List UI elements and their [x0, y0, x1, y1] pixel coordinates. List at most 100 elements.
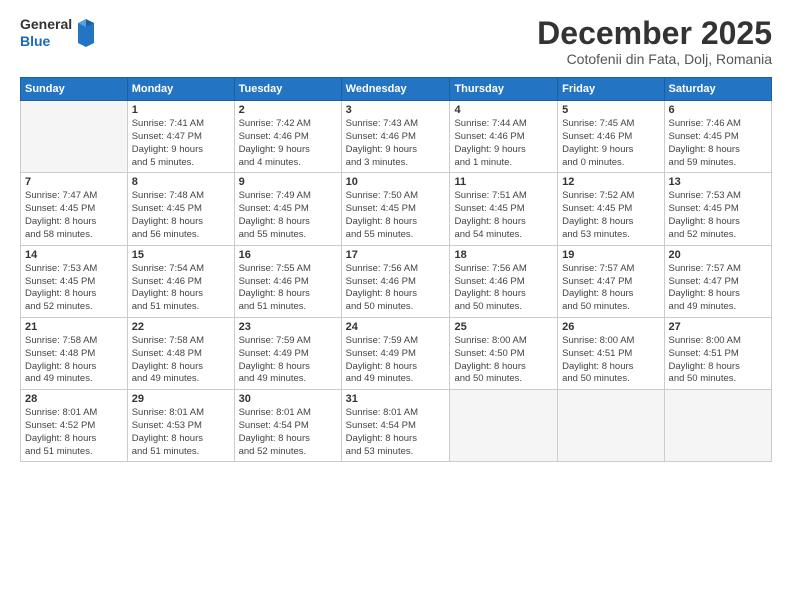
- calendar-header-friday: Friday: [558, 78, 664, 101]
- day-info: Sunrise: 7:42 AMSunset: 4:46 PMDaylight:…: [239, 118, 337, 169]
- day-number: 10: [346, 176, 446, 188]
- day-number: 19: [562, 249, 659, 261]
- day-info: Sunrise: 7:58 AMSunset: 4:48 PMDaylight:…: [132, 335, 230, 386]
- calendar-header-thursday: Thursday: [450, 78, 558, 101]
- calendar-week-row: 1Sunrise: 7:41 AMSunset: 4:47 PMDaylight…: [21, 101, 772, 173]
- calendar-cell: 15Sunrise: 7:54 AMSunset: 4:46 PMDayligh…: [127, 245, 234, 317]
- day-number: 15: [132, 249, 230, 261]
- day-info: Sunrise: 8:00 AMSunset: 4:50 PMDaylight:…: [454, 335, 553, 386]
- day-info: Sunrise: 7:58 AMSunset: 4:48 PMDaylight:…: [25, 335, 123, 386]
- day-number: 4: [454, 104, 553, 116]
- calendar-cell: 14Sunrise: 7:53 AMSunset: 4:45 PMDayligh…: [21, 245, 128, 317]
- day-info: Sunrise: 7:49 AMSunset: 4:45 PMDaylight:…: [239, 190, 337, 241]
- calendar-cell: 6 Sunrise: 7:46 AMSunset: 4:45 PMDaylight…: [664, 101, 771, 173]
- logo-icon: [74, 19, 98, 47]
- calendar-cell: 10 Sunrise: 7:50 AMSunset: 4:45 PMDayligh…: [341, 173, 450, 245]
- day-info: Sunrise: 8:01 AMSunset: 4:54 PMDaylight:…: [346, 407, 446, 458]
- calendar-week-row: 21 Sunrise: 7:58 AMSunset: 4:48 PMDayligh…: [21, 317, 772, 389]
- calendar-cell: 27Sunrise: 8:00 AMSunset: 4:51 PMDayligh…: [664, 317, 771, 389]
- day-number: 1: [132, 104, 230, 116]
- day-info: Sunrise: 7:47 AMSunset: 4:45 PMDaylight:…: [25, 190, 123, 241]
- calendar-header-sunday: Sunday: [21, 78, 128, 101]
- day-number: 21: [25, 321, 123, 333]
- day-number: 3: [346, 104, 446, 116]
- day-number: 6: [669, 104, 767, 116]
- day-info: Sunrise: 7:51 AMSunset: 4:45 PMDaylight:…: [454, 190, 553, 241]
- day-number: 31: [346, 393, 446, 405]
- calendar-cell: 3Sunrise: 7:43 AMSunset: 4:46 PMDaylight…: [341, 101, 450, 173]
- calendar-cell: 29Sunrise: 8:01 AMSunset: 4:53 PMDayligh…: [127, 390, 234, 462]
- day-info: Sunrise: 7:52 AMSunset: 4:45 PMDaylight:…: [562, 190, 659, 241]
- day-number: 7: [25, 176, 123, 188]
- calendar-table: SundayMondayTuesdayWednesdayThursdayFrid…: [20, 77, 772, 462]
- subtitle: Cotofenii din Fata, Dolj, Romania: [537, 51, 772, 67]
- calendar-cell: 22 Sunrise: 7:58 AMSunset: 4:48 PMDayligh…: [127, 317, 234, 389]
- calendar-cell: 26Sunrise: 8:00 AMSunset: 4:51 PMDayligh…: [558, 317, 664, 389]
- day-number: 29: [132, 393, 230, 405]
- day-number: 23: [239, 321, 337, 333]
- day-number: 5: [562, 104, 659, 116]
- calendar-week-row: 14Sunrise: 7:53 AMSunset: 4:45 PMDayligh…: [21, 245, 772, 317]
- calendar-cell: 4Sunrise: 7:44 AMSunset: 4:46 PMDaylight…: [450, 101, 558, 173]
- calendar-header-row: SundayMondayTuesdayWednesdayThursdayFrid…: [21, 78, 772, 101]
- day-number: 26: [562, 321, 659, 333]
- calendar-cell: 24 Sunrise: 7:59 AMSunset: 4:49 PMDayligh…: [341, 317, 450, 389]
- calendar-cell: 28Sunrise: 8:01 AMSunset: 4:52 PMDayligh…: [21, 390, 128, 462]
- day-info: Sunrise: 8:01 AMSunset: 4:52 PMDaylight:…: [25, 407, 123, 458]
- day-number: 18: [454, 249, 553, 261]
- calendar-cell: [21, 101, 128, 173]
- calendar-cell: 1Sunrise: 7:41 AMSunset: 4:47 PMDaylight…: [127, 101, 234, 173]
- calendar-header-wednesday: Wednesday: [341, 78, 450, 101]
- day-number: 27: [669, 321, 767, 333]
- day-info: Sunrise: 7:56 AMSunset: 4:46 PMDaylight:…: [346, 263, 446, 314]
- day-info: Sunrise: 7:45 AMSunset: 4:46 PMDaylight:…: [562, 118, 659, 169]
- calendar-cell: 20 Sunrise: 7:57 AMSunset: 4:47 PMDayligh…: [664, 245, 771, 317]
- day-info: Sunrise: 7:48 AMSunset: 4:45 PMDaylight:…: [132, 190, 230, 241]
- calendar-cell: 30Sunrise: 8:01 AMSunset: 4:54 PMDayligh…: [234, 390, 341, 462]
- logo-text: General Blue: [20, 16, 72, 50]
- calendar-cell: 19 Sunrise: 7:57 AMSunset: 4:47 PMDayligh…: [558, 245, 664, 317]
- header: General Blue December 2025 Cotofenii din…: [20, 16, 772, 67]
- calendar-cell: 5 Sunrise: 7:45 AMSunset: 4:46 PMDaylight…: [558, 101, 664, 173]
- day-number: 22: [132, 321, 230, 333]
- page: General Blue December 2025 Cotofenii din…: [0, 0, 792, 612]
- calendar-cell: 23 Sunrise: 7:59 AMSunset: 4:49 PMDayligh…: [234, 317, 341, 389]
- day-info: Sunrise: 7:57 AMSunset: 4:47 PMDaylight:…: [562, 263, 659, 314]
- day-number: 16: [239, 249, 337, 261]
- logo-general: General: [20, 16, 72, 33]
- calendar-cell: 7 Sunrise: 7:47 AMSunset: 4:45 PMDaylight…: [21, 173, 128, 245]
- calendar-cell: 18 Sunrise: 7:56 AMSunset: 4:46 PMDayligh…: [450, 245, 558, 317]
- day-info: Sunrise: 7:59 AMSunset: 4:49 PMDaylight:…: [239, 335, 337, 386]
- calendar-cell: 9Sunrise: 7:49 AMSunset: 4:45 PMDaylight…: [234, 173, 341, 245]
- day-number: 2: [239, 104, 337, 116]
- day-number: 11: [454, 176, 553, 188]
- day-number: 13: [669, 176, 767, 188]
- calendar-cell: 2 Sunrise: 7:42 AMSunset: 4:46 PMDaylight…: [234, 101, 341, 173]
- calendar-cell: 31 Sunrise: 8:01 AMSunset: 4:54 PMDayligh…: [341, 390, 450, 462]
- logo-blue: Blue: [20, 33, 72, 50]
- day-number: 20: [669, 249, 767, 261]
- calendar-cell: 16Sunrise: 7:55 AMSunset: 4:46 PMDayligh…: [234, 245, 341, 317]
- day-number: 30: [239, 393, 337, 405]
- day-info: Sunrise: 7:56 AMSunset: 4:46 PMDaylight:…: [454, 263, 553, 314]
- calendar-header-saturday: Saturday: [664, 78, 771, 101]
- day-number: 24: [346, 321, 446, 333]
- calendar-cell: 17Sunrise: 7:56 AMSunset: 4:46 PMDayligh…: [341, 245, 450, 317]
- calendar-week-row: 28Sunrise: 8:01 AMSunset: 4:52 PMDayligh…: [21, 390, 772, 462]
- day-info: Sunrise: 7:46 AMSunset: 4:45 PMDaylight:…: [669, 118, 767, 169]
- calendar-header-monday: Monday: [127, 78, 234, 101]
- calendar-header-tuesday: Tuesday: [234, 78, 341, 101]
- calendar-cell: [450, 390, 558, 462]
- title-block: December 2025 Cotofenii din Fata, Dolj, …: [537, 16, 772, 67]
- day-info: Sunrise: 7:59 AMSunset: 4:49 PMDaylight:…: [346, 335, 446, 386]
- calendar-cell: [558, 390, 664, 462]
- calendar-cell: 13Sunrise: 7:53 AMSunset: 4:45 PMDayligh…: [664, 173, 771, 245]
- day-number: 12: [562, 176, 659, 188]
- day-info: Sunrise: 7:57 AMSunset: 4:47 PMDaylight:…: [669, 263, 767, 314]
- calendar-week-row: 7 Sunrise: 7:47 AMSunset: 4:45 PMDaylight…: [21, 173, 772, 245]
- day-number: 25: [454, 321, 553, 333]
- calendar-cell: 11 Sunrise: 7:51 AMSunset: 4:45 PMDayligh…: [450, 173, 558, 245]
- day-number: 14: [25, 249, 123, 261]
- day-info: Sunrise: 7:50 AMSunset: 4:45 PMDaylight:…: [346, 190, 446, 241]
- calendar-cell: [664, 390, 771, 462]
